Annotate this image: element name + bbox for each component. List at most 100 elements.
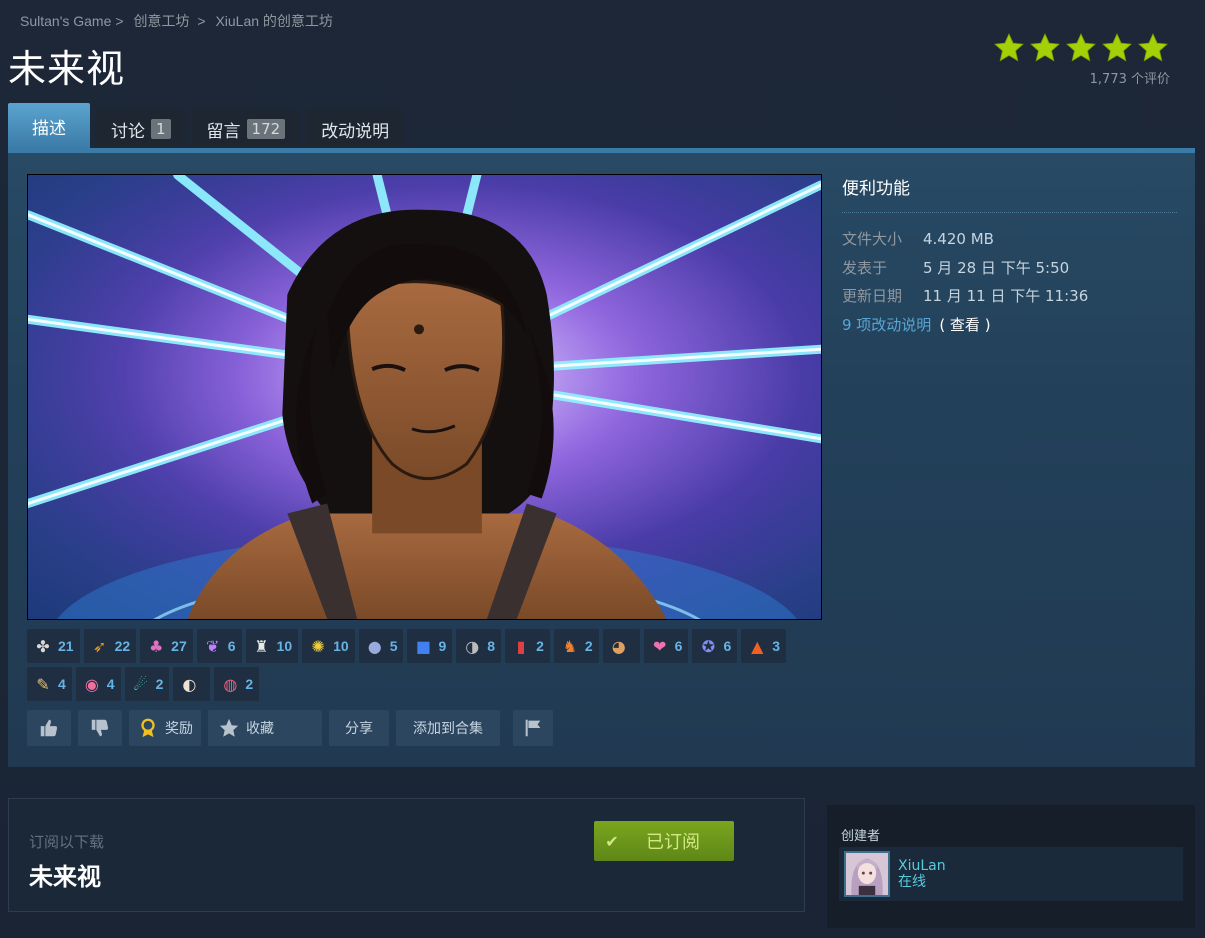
tab-bar: 描述 讨论 1 留言 172 改动说明: [8, 103, 405, 149]
award-count: 27: [171, 638, 187, 654]
award-count: 4: [106, 676, 115, 692]
favorite-label: 收藏: [246, 721, 274, 737]
subscribed-button[interactable]: ✔ 已订阅: [594, 821, 734, 861]
file-size: 4.420 MB: [923, 230, 994, 248]
award-badge[interactable]: ◉ 4: [75, 667, 121, 701]
award-badge[interactable]: ◐: [173, 667, 211, 701]
breadcrumb-author-workshop[interactable]: XiuLan 的创意工坊: [215, 13, 332, 29]
breadcrumb-workshop[interactable]: 创意工坊: [133, 13, 189, 29]
award-badge[interactable]: ❤ 6: [643, 629, 689, 663]
thumbs-down-icon: [91, 719, 109, 737]
subscribe-item-name: 未来视: [29, 863, 101, 891]
award-badge[interactable]: ➶ 22: [83, 629, 137, 663]
action-bar: 奖励 收藏 分享 添加到合集: [27, 710, 553, 746]
award-badge[interactable]: ✤ 21: [27, 629, 80, 663]
party-icon: ♣: [148, 636, 164, 656]
add-to-collection-button[interactable]: 添加到合集: [396, 710, 500, 746]
rate-down-button[interactable]: [78, 710, 122, 746]
meta-label: 发表于: [842, 258, 888, 277]
award-medal-icon: [141, 718, 155, 738]
star-icon: [1138, 33, 1168, 62]
tab-label: 留言: [206, 121, 241, 142]
tab-discussions[interactable]: 讨论 1: [96, 109, 186, 149]
favorite-button[interactable]: 收藏: [208, 710, 322, 746]
creator-name[interactable]: XiuLan: [898, 858, 946, 874]
updated-date: 11 月 11 日 下午 11:36: [923, 287, 1089, 305]
tab-comments[interactable]: 留言 172: [191, 109, 301, 149]
rate-up-button[interactable]: [27, 710, 71, 746]
award-label: 奖励: [165, 721, 193, 737]
snail-icon: ◍: [223, 674, 238, 694]
award-badge[interactable]: ♣ 27: [140, 629, 193, 663]
awards-row: ✎ 4 ◉ 4 ☄ 2 ◐ ◍ 2: [27, 667, 827, 701]
tab-description[interactable]: 描述: [8, 103, 90, 149]
view-link[interactable]: ( 查看 ): [939, 311, 990, 340]
award-button[interactable]: 奖励: [129, 710, 201, 746]
award-count: 2: [245, 676, 254, 692]
comet-icon: ☄: [133, 674, 148, 694]
breadcrumb-game[interactable]: Sultan's Game: [20, 13, 111, 29]
award-count: 10: [276, 638, 293, 654]
award-count: 10: [333, 638, 349, 654]
award-count: 3: [772, 638, 781, 654]
file-meta: 文件大小 4.420 MB 发表于 5 月 28 日 下午 5:50 更新日期 11 …: [842, 225, 1088, 339]
award-badge[interactable]: ▲ 3: [741, 629, 787, 663]
meta-row-changes: 9 项改动说明 ( 查看 ): [842, 311, 1088, 340]
creator-info: XiuLan 在线: [898, 858, 946, 890]
award-badge[interactable]: ◍ 2: [214, 667, 260, 701]
cookie-icon: ◕: [611, 636, 626, 656]
award-count: 6: [227, 638, 236, 654]
posted-date: 5 月 28 日 下午 5:50: [923, 258, 1070, 277]
creator-card[interactable]: XiuLan 在线: [839, 847, 1183, 901]
star-icon: [994, 33, 1024, 62]
change-notes-link[interactable]: 9 项改动说明: [842, 311, 931, 340]
trophy-figure-icon: ♜: [254, 636, 269, 656]
awards: ✤ 21 ➶ 22 ♣ 27 ❦ 6 ♜ 10 ✺ 10 ● 5 ■ 9 ◑ 8 ▮ 2 ♞ 2 ◕ ❤ 6 ✪ 6 ▲ 3 ✎ 4 ◉ 4 ☄…: [27, 629, 827, 705]
award-badge[interactable]: ◕: [602, 629, 640, 663]
horn-icon: ➶: [92, 636, 107, 656]
flag-icon: [525, 719, 541, 737]
award-badge[interactable]: ✎ 4: [27, 667, 72, 701]
award-badge[interactable]: ❦ 6: [196, 629, 242, 663]
preview-artwork: [28, 175, 821, 619]
breadcrumb-sep: >: [193, 13, 206, 29]
award-badge[interactable]: ● 5: [358, 629, 404, 663]
report-button[interactable]: [513, 710, 553, 746]
tab-label: 描述: [32, 118, 66, 139]
award-badge[interactable]: ◑ 8: [456, 629, 502, 663]
award-count: 2: [155, 676, 164, 692]
fish-icon: ◉: [84, 674, 99, 694]
share-button[interactable]: 分享: [329, 710, 389, 746]
award-count: 2: [536, 638, 544, 654]
award-count: 22: [114, 638, 131, 654]
avatar-image: [846, 853, 888, 895]
wings-icon: ✤: [36, 636, 50, 656]
award-badge[interactable]: ☄ 2: [124, 667, 170, 701]
meta-row-size: 文件大小 4.420 MB: [842, 225, 1088, 254]
preview-image[interactable]: [27, 174, 822, 620]
breadcrumb: Sultan's Game > 创意工坊 > XiuLan 的创意工坊: [20, 11, 333, 31]
award-badge[interactable]: ■ 9: [407, 629, 453, 663]
check-icon: ✔: [605, 831, 619, 851]
tab-count-badge: 172: [246, 119, 286, 139]
fox-icon: ♞: [562, 636, 578, 656]
award-badge[interactable]: ✪ 6: [692, 629, 738, 663]
tab-change-notes[interactable]: 改动说明: [306, 109, 405, 149]
subscribe-label: 订阅以下载: [29, 833, 105, 851]
award-badge[interactable]: ♜ 10: [245, 629, 299, 663]
award-badge[interactable]: ✺ 10: [302, 629, 355, 663]
add-to-collection-label: 添加到合集: [413, 721, 483, 737]
award-count: 6: [674, 638, 683, 654]
page-title: 未来视: [8, 47, 126, 91]
creator-heading: 创建者: [841, 829, 881, 844]
share-label: 分享: [345, 721, 373, 737]
award-badge[interactable]: ▮ 2: [505, 629, 550, 663]
moon-icon: ◑: [465, 636, 480, 656]
side-heading: 便利功能: [842, 179, 910, 199]
cat-icon: ●: [367, 636, 382, 656]
avatar[interactable]: [844, 851, 890, 897]
award-count: 5: [389, 638, 398, 654]
award-badge[interactable]: ♞ 2: [553, 629, 599, 663]
creator-status: 在线: [898, 874, 926, 890]
rating: 1,773 个评价: [993, 32, 1170, 87]
